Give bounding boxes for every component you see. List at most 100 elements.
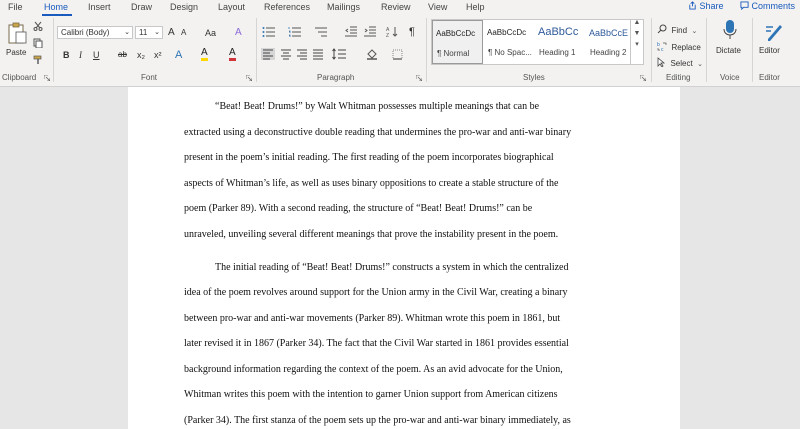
dialog-launcher-icon[interactable] [44,75,50,81]
style-name: ¶ Normal [437,49,470,58]
style-normal[interactable]: AaBbCcDc ¶ Normal [432,20,483,64]
share-label: Share [699,1,724,11]
bullets-icon[interactable] [262,26,276,37]
numbering-icon[interactable] [288,26,302,37]
style-preview: AaBbCc [538,26,579,38]
editor-button[interactable]: Editor [756,19,796,65]
format-painter-icon[interactable] [33,55,43,65]
highlight-color-button[interactable]: A [201,47,208,61]
styles-scroll[interactable]: ▲ ▼ ▾ [630,19,643,65]
tab-mailings[interactable]: Mailings [327,2,360,12]
doc-line: unraveled, unveiling several different m… [184,229,559,240]
select-label: Select [670,59,693,68]
strikethrough-button[interactable]: ab [118,50,127,59]
subscript-button[interactable]: x₂ [137,50,145,60]
font-name-value: Calibri (Body) [61,28,110,37]
increase-indent-icon[interactable] [364,26,376,37]
dialog-launcher-icon[interactable] [416,75,422,81]
tab-references[interactable]: References [264,2,310,12]
chevron-down-icon: ⌄ [154,29,160,36]
paste-icon [8,22,27,44]
doc-line: “Beat! Beat! Drums!” by Walt Whitman pos… [215,101,540,112]
justify-icon[interactable] [312,48,324,60]
paragraph-group-label: Paragraph [317,73,355,82]
tab-insert[interactable]: Insert [88,2,111,12]
doc-line: background information regarding the con… [184,364,563,375]
style-preview: AaBbCcDc [487,28,527,37]
tab-design[interactable]: Design [170,2,198,12]
separator [752,18,753,82]
comments-button[interactable]: Comments [740,1,795,11]
style-name: Heading 1 [539,48,576,57]
font-color-button[interactable]: A [229,47,236,61]
line-spacing-icon[interactable] [332,48,346,60]
clear-formatting-icon[interactable]: A [235,27,242,38]
tab-view[interactable]: View [428,2,447,12]
italic-button[interactable]: I [79,50,82,60]
align-center-icon[interactable] [280,48,292,60]
comment-icon [740,1,749,11]
tab-layout[interactable]: Layout [218,2,245,12]
multilevel-list-icon[interactable] [314,26,328,37]
paste-button[interactable]: Paste [4,19,30,59]
shading-icon[interactable] [366,48,378,60]
superscript-button[interactable]: x² [154,50,162,60]
svg-text:Z: Z [386,33,389,37]
doc-line: The initial reading of “Beat! Beat! Drum… [215,262,569,273]
editor-icon [766,25,782,41]
select-button[interactable]: Select ⌄ [657,53,703,71]
document-page[interactable]: “Beat! Beat! Drums!” by Walt Whitman pos… [128,87,680,429]
decrease-indent-icon[interactable] [345,26,357,37]
font-name-dropdown[interactable]: Calibri (Body) ⌄ [57,26,133,39]
style-name: ¶ No Spac... [488,48,532,57]
more-styles-icon[interactable]: ▾ [631,40,643,48]
share-button[interactable]: Share [688,1,724,11]
doc-line: idea of the poem revolves around support… [184,287,568,298]
show-formatting-marks-icon[interactable]: ¶ [409,26,415,38]
bold-button[interactable]: B [63,50,70,60]
doc-line: aspects of Whitman’s life, as well as us… [184,178,559,189]
align-left-icon[interactable] [261,48,275,60]
dialog-launcher-icon[interactable] [246,75,252,81]
separator [706,18,707,82]
styles-group-label: Styles [523,73,545,82]
separator [426,18,427,82]
cut-icon[interactable] [33,21,43,31]
text-effects-button[interactable]: A [175,49,182,61]
dialog-launcher-icon[interactable] [640,75,646,81]
shrink-font-button[interactable]: A [181,28,186,37]
tab-home[interactable]: Home [44,2,68,12]
style-no-spacing[interactable]: AaBbCcDc ¶ No Spac... [484,20,535,64]
copy-icon[interactable] [33,38,43,48]
doc-line: extracted using a deconstructive double … [184,127,572,138]
separator [53,18,54,82]
find-button[interactable]: Find ⌄ [657,20,697,38]
font-group-label: Font [141,73,158,82]
tab-review[interactable]: Review [381,2,411,12]
cursor-icon [657,57,666,68]
font-size-value: 11 [139,28,148,37]
search-icon [657,24,667,34]
underline-button[interactable]: U [93,50,100,60]
align-right-icon[interactable] [296,48,308,60]
doc-line: later revised it in 1867 (Parker 34). Th… [184,338,569,349]
voice-group-label: Voice [720,73,740,82]
style-heading-1[interactable]: AaBbCc Heading 1 [535,20,586,64]
chevron-up-icon[interactable]: ▲ [631,19,643,26]
tab-file[interactable]: File [8,2,23,12]
doc-line: between pro-war and anti-war movements (… [184,313,561,324]
chevron-down-icon[interactable]: ▼ [631,30,643,37]
tab-help[interactable]: Help [466,2,485,12]
replace-label: Replace [671,43,701,52]
chevron-down-icon: ⌄ [697,61,704,68]
font-size-dropdown[interactable]: 11 ⌄ [135,26,163,39]
tab-draw[interactable]: Draw [131,2,152,12]
change-case-button[interactable]: Aa [205,28,216,38]
chevron-down-icon: ⌄ [124,29,130,36]
doc-line: poem (Parker 89). With a second reading,… [184,203,533,214]
grow-font-button[interactable]: A [168,27,175,38]
borders-icon[interactable] [392,49,403,60]
editor-group-label: Editor [759,73,780,82]
sort-icon[interactable]: AZ [386,26,398,37]
dictate-button[interactable]: Dictate [712,19,750,65]
